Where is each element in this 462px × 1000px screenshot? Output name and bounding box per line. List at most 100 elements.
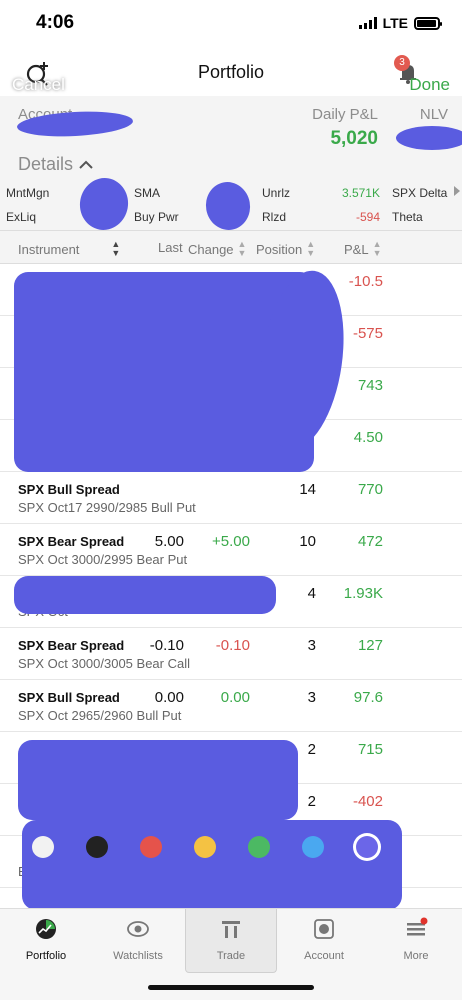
pnl-value: 1.93K <box>343 585 383 602</box>
position-size: 1 <box>307 377 316 394</box>
account-label[interactable]: Account <box>18 106 72 123</box>
instrument-name: SPX Bear Spread <box>18 534 125 549</box>
home-indicator <box>148 985 314 990</box>
position-row[interactable]: SPX Bull Spread SPX Oct17 2990/2985 Bull … <box>0 472 462 524</box>
pnl-value: -575 <box>352 325 383 342</box>
instrument-header-label: Instrument <box>18 241 80 257</box>
position-row[interactable]: 2 715 <box>0 732 462 784</box>
color-swatch[interactable] <box>356 836 378 858</box>
position-size: 14 <box>299 481 316 498</box>
unrealized-value: 3.571K <box>341 186 380 200</box>
position-row[interactable]: 4.50 <box>0 420 462 472</box>
pnl-header[interactable]: P&L ▲ ▼ <box>344 240 382 258</box>
battery-icon <box>414 16 442 30</box>
color-swatch[interactable] <box>248 836 270 858</box>
nav-bar: Cancel Portfolio 3 Done <box>0 48 462 96</box>
signal-icon <box>358 17 377 29</box>
sma-label: SMA <box>134 186 161 200</box>
tab-portfolio[interactable]: Portfolio <box>0 909 92 973</box>
portfolio-icon <box>36 919 56 939</box>
price-change: -0.10 <box>215 637 250 654</box>
status-indicators: LTE <box>358 15 442 31</box>
undo-icon[interactable] <box>408 836 432 860</box>
position-row[interactable]: SPX Bull Spread SPX Oct 2965/2960 Bull Pu… <box>0 680 462 732</box>
done-button[interactable]: Done <box>409 75 450 95</box>
position-row[interactable]: SPX Oct 4 1.93K <box>0 576 462 628</box>
last-header[interactable]: Last <box>158 240 183 255</box>
theta-label: Theta <box>392 210 423 224</box>
daily-pnl-label: Daily P&L <box>312 106 378 123</box>
realized-value: -594 <box>355 210 380 224</box>
pnl-value: 97.6 <box>353 689 383 706</box>
trade-icon <box>222 921 240 938</box>
last-price: 0.00 <box>154 689 184 706</box>
position-row[interactable]: 1 743 <box>0 368 462 420</box>
unrealized-label: Unrlz <box>262 186 291 200</box>
instrument-name: SPX Bear Spread <box>18 638 125 653</box>
pnl-value: 743 <box>357 377 383 394</box>
sort-icon: ▲ ▼ <box>111 239 121 258</box>
notification-badge: 3 <box>394 55 410 71</box>
instrument-name: SPX Bull Spread <box>18 482 120 497</box>
color-swatch[interactable] <box>86 836 108 858</box>
position-size: 3 <box>307 637 316 654</box>
pnl-value: 770 <box>357 481 383 498</box>
status-bar: 4:06 LTE <box>0 0 462 48</box>
mntmgn-label: MntMgn <box>6 186 50 200</box>
sort-icon: ▲ ▼ <box>372 239 382 258</box>
instrument-description: SPX Oct17 2990/2985 Bull Put <box>18 500 196 515</box>
tab-label: Trade <box>216 950 246 962</box>
position-row[interactable]: -10.5 <box>0 264 462 316</box>
pnl-value: 715 <box>357 741 383 758</box>
instrument-description: SPX Oct <box>18 604 68 619</box>
color-swatch[interactable] <box>32 836 54 858</box>
column-header: Instrument ▲ ▼ Last Change ▲ ▼ Position ▲ ▼… <box>0 230 462 264</box>
scroll-right-icon[interactable] <box>454 186 460 196</box>
instrument-description: SPX Oct 3000/3005 Bear Call <box>18 656 190 671</box>
position-row[interactable]: SPX Bear Spread SPX Oct 3000/3005 Bear Ca… <box>0 628 462 680</box>
position-header-label: Position <box>256 241 303 257</box>
instrument-name: SPX Bull Spread <box>18 690 120 705</box>
pnl-value: 4.50 <box>353 429 383 446</box>
position-size: 10 <box>299 533 316 550</box>
price-change: +5.00 <box>212 533 250 550</box>
color-swatch[interactable] <box>302 836 324 858</box>
pnl-value: -402 <box>352 793 383 810</box>
tab-account[interactable]: Account <box>278 909 370 973</box>
change-header[interactable]: Change ▲ ▼ <box>188 240 246 258</box>
tab-watchlists[interactable]: Watchlists <box>92 909 184 973</box>
tab-more[interactable]: More <box>370 909 462 973</box>
price-change: 0.00 <box>220 689 250 706</box>
details-grid: MntMgn ExLiq SMA Buy Pwr Unrlz 3.571K Rl… <box>0 182 462 228</box>
tab-label: Portfolio <box>25 950 67 962</box>
status-time: 4:06 <box>36 12 75 33</box>
position-row[interactable]: SPX Bear Spread SPX Oct 3000/2995 Bear Pu… <box>0 524 462 576</box>
details-label: Details <box>18 154 74 174</box>
account-summary: Account Daily P&L NLV 5,020 Details MntM… <box>0 96 462 230</box>
pnl-value: 127 <box>357 637 383 654</box>
account-icon <box>314 919 334 939</box>
page-title: Portfolio <box>197 62 265 82</box>
more-icon <box>407 917 428 936</box>
details-toggle[interactable]: Details <box>18 154 93 175</box>
tab-label: More <box>403 950 429 962</box>
position-size: 4 <box>307 585 316 602</box>
position-header[interactable]: Position ▲ ▼ <box>256 240 315 258</box>
last-price: 5.00 <box>154 533 184 550</box>
position-row[interactable]: -575 <box>0 316 462 368</box>
position-size: 2 <box>307 793 316 810</box>
instrument-description: SPX Oct 2965/2960 Bull Put <box>18 708 182 723</box>
last-price: -0.10 <box>149 637 184 654</box>
tab-trade[interactable]: Trade <box>185 909 277 973</box>
nlv-label: NLV <box>419 106 448 123</box>
instrument-header[interactable]: Instrument ▲ ▼ <box>18 240 120 258</box>
exliq-label: ExLiq <box>6 210 37 224</box>
position-size: 3 <box>307 689 316 706</box>
sort-icon: ▲ ▼ <box>237 239 247 258</box>
network-label: LTE <box>382 15 408 31</box>
buy-power-label: Buy Pwr <box>134 210 179 224</box>
last-header-label: Last <box>158 240 183 255</box>
color-swatch[interactable] <box>140 836 162 858</box>
tab-label: Account <box>304 950 344 962</box>
color-swatch[interactable] <box>194 836 216 858</box>
